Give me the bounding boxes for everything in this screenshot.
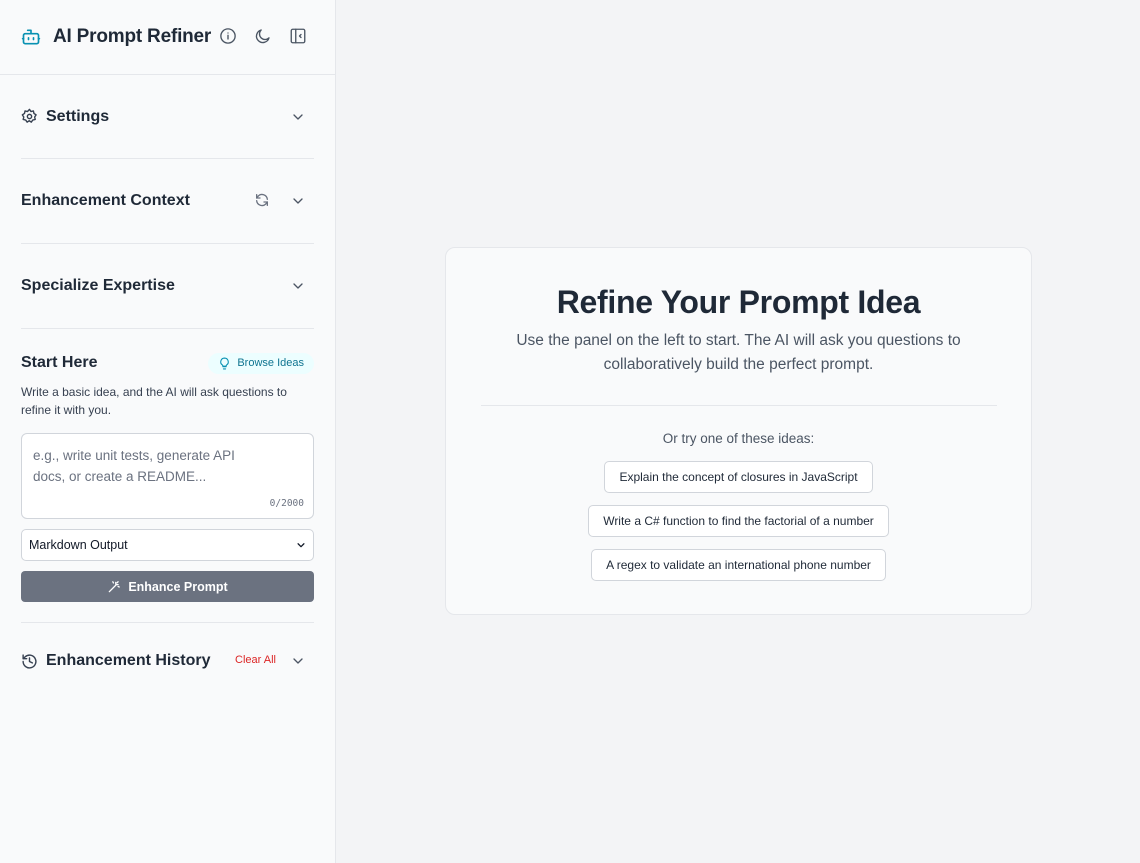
chevron-down-icon[interactable] [290,193,306,209]
settings-label: Settings [46,107,110,125]
context-label: Enhancement Context [21,192,190,209]
settings-title: Settings [21,108,109,126]
header-actions [218,26,308,46]
theme-toggle-button[interactable] [253,26,273,46]
sidebar: AI Prompt Refiner Settings Enhancement C… [0,0,336,863]
bot-icon [21,27,41,47]
sidebar-header: AI Prompt Refiner [0,0,335,75]
prompt-placeholder: e.g., write unit tests, generate API doc… [33,448,235,484]
idea-button[interactable]: Explain the concept of closures in JavaS… [604,461,873,493]
history-section-header[interactable]: Enhancement History Clear All [21,623,314,699]
main-panel: Refine Your Prompt Idea Use the panel on… [336,0,1140,863]
welcome-subtitle: Use the panel on the left to start. The … [516,332,961,373]
output-format-value: Markdown Output [29,538,128,552]
clear-all-button[interactable]: Clear All [235,654,276,666]
divider [480,405,997,406]
welcome-title: Refine Your Prompt Idea [556,284,921,320]
start-here-section: Start Here Browse Ideas Write a basic id… [21,329,314,623]
output-format-select[interactable]: Markdown Output [21,529,314,561]
history-icon [21,653,38,670]
browse-ideas-label: Browse Ideas [237,357,304,369]
welcome-card: Refine Your Prompt Idea Use the panel on… [445,247,1032,615]
info-button[interactable] [218,26,238,46]
chevron-down-icon [296,540,306,550]
chevron-down-icon[interactable] [290,109,306,125]
idea-button[interactable]: Write a C# function to find the factoria… [588,505,889,537]
enhance-prompt-button[interactable]: Enhance Prompt [21,571,314,602]
context-section-header[interactable]: Enhancement Context [21,159,314,244]
history-label: Enhancement History [46,652,211,669]
history-title: Enhancement History [21,652,210,670]
start-here-description: Write a basic idea, and the AI will ask … [21,385,287,417]
idea-button[interactable]: A regex to validate an international pho… [591,549,886,581]
settings-section-header[interactable]: Settings [21,75,314,159]
chevron-down-icon[interactable] [290,653,306,669]
app-title: AI Prompt Refiner [53,26,212,47]
prompt-input[interactable]: e.g., write unit tests, generate API doc… [21,433,314,519]
chevron-down-icon[interactable] [290,278,306,294]
moon-icon [255,29,270,44]
ideas-list: Explain the concept of closures in JavaS… [446,461,1031,581]
lightbulb-icon [218,357,231,370]
sidebar-collapse-icon [290,28,306,44]
start-here-header: Start Here Browse Ideas [21,351,314,375]
ideas-label: Or try one of these ideas: [662,431,815,446]
start-here-title: Start Here [21,354,98,371]
refresh-icon[interactable] [254,192,270,208]
collapse-sidebar-button[interactable] [288,26,308,46]
info-icon [220,28,236,44]
wand-icon [107,580,121,594]
char-counter: 0/2000 [269,498,304,509]
browse-ideas-button[interactable]: Browse Ideas [208,352,314,374]
gear-icon [21,108,38,125]
expertise-section-header[interactable]: Specialize Expertise [21,244,314,329]
app-root: AI Prompt Refiner Settings Enhancement C… [0,0,1140,863]
enhance-prompt-label: Enhance Prompt [128,579,228,594]
sidebar-body: Settings Enhancement Context Specialize … [0,75,335,699]
expertise-label: Specialize Expertise [21,277,175,294]
